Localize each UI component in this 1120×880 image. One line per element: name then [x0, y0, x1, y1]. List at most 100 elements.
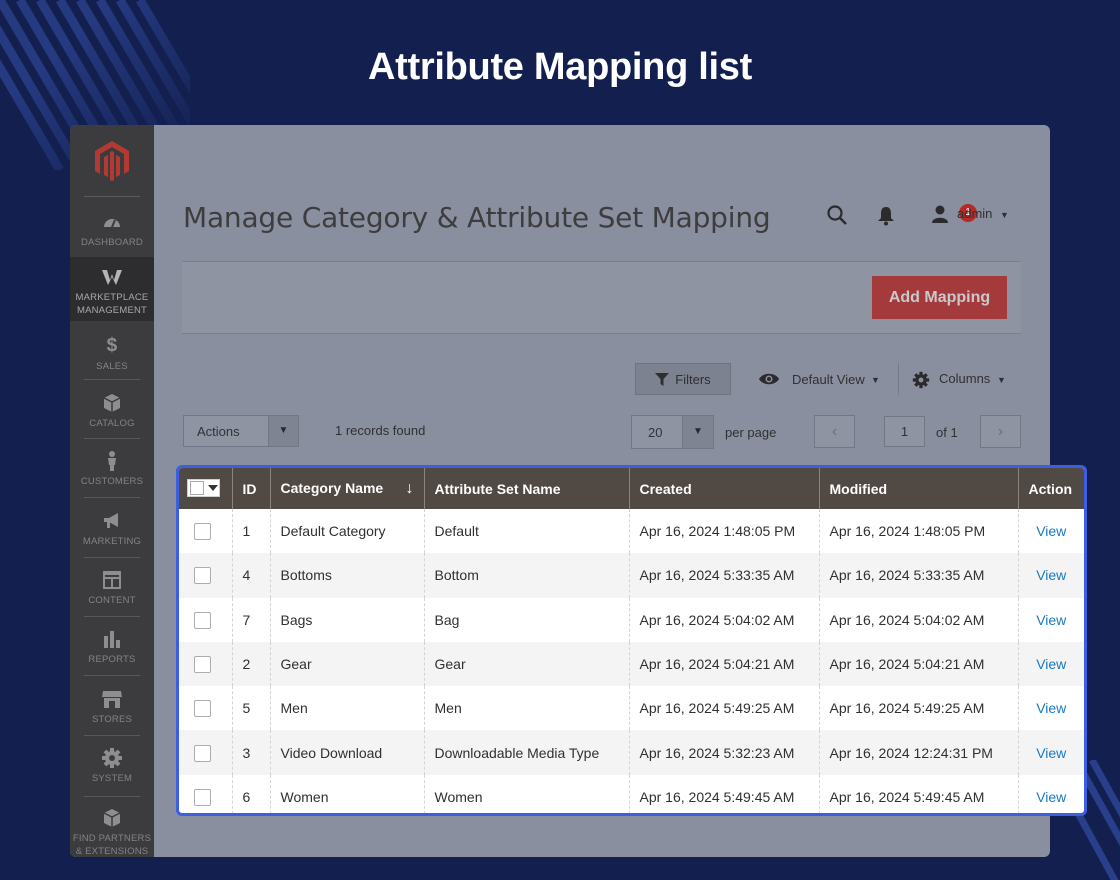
- admin-user-menu[interactable]: admin: [957, 206, 992, 221]
- cell-category: Men: [270, 686, 425, 731]
- view-link[interactable]: View: [1036, 745, 1066, 761]
- cell-action: View: [1018, 553, 1084, 598]
- page-heading: Attribute Mapping list: [368, 46, 752, 88]
- cell-id: 5: [232, 686, 271, 731]
- cell-modified: Apr 16, 2024 5:04:21 AM: [819, 641, 1019, 687]
- sidebar-divider: [84, 675, 140, 676]
- table-row: 4 Bottoms Bottom Apr 16, 2024 5:33:35 AM…: [179, 553, 1084, 598]
- row-select-cell: [179, 641, 233, 687]
- add-mapping-button[interactable]: Add Mapping: [872, 276, 1007, 319]
- sidebar-item-reports[interactable]: REPORTS: [70, 628, 154, 665]
- sidebar-item-content[interactable]: CONTENT: [70, 569, 154, 606]
- magento-logo-icon: [95, 141, 129, 181]
- sidebar-item-sales[interactable]: $ SALES: [70, 335, 154, 372]
- column-header-modified[interactable]: Modified: [819, 468, 1019, 509]
- row-checkbox[interactable]: [194, 700, 211, 718]
- actions-dropdown[interactable]: Actions ▼: [183, 415, 299, 447]
- chevron-right-icon: ›: [997, 423, 1004, 440]
- previous-page-button[interactable]: ‹: [814, 415, 855, 448]
- filters-button[interactable]: Filters: [635, 363, 731, 395]
- table-row: 6 Women Women Apr 16, 2024 5:49:45 AM Ap…: [179, 774, 1084, 813]
- cell-action: View: [1018, 641, 1084, 687]
- row-select-cell: [179, 774, 233, 813]
- column-header-attribute-set[interactable]: Attribute Set Name: [424, 468, 630, 509]
- table-row: 2 Gear Gear Apr 16, 2024 5:04:21 AM Apr …: [179, 641, 1084, 687]
- column-header-created[interactable]: Created: [629, 468, 820, 509]
- view-link[interactable]: View: [1036, 656, 1066, 672]
- sidebar-item-marketing[interactable]: MARKETING: [70, 510, 154, 547]
- cell-attribute-set: Gear: [424, 641, 630, 687]
- cell-modified: Apr 16, 2024 5:04:02 AM: [819, 597, 1019, 642]
- cell-category: Bottoms: [270, 553, 425, 598]
- sidebar-item-stores[interactable]: STORES: [70, 688, 154, 725]
- megaphone-icon: [104, 513, 118, 528]
- sidebar-divider: [84, 557, 140, 558]
- sort-arrow-icon: ↓: [405, 479, 414, 497]
- cell-modified: Apr 16, 2024 5:33:35 AM: [819, 553, 1019, 598]
- column-header-label: Category Name: [280, 479, 384, 496]
- filters-label: Filters: [675, 371, 711, 387]
- cell-attribute-set: Default: [424, 509, 630, 554]
- sidebar-item-dashboard[interactable]: DASHBOARD: [70, 211, 154, 248]
- sidebar-item-label: FIND PARTNERS & EXTENSIONS: [72, 833, 152, 857]
- row-checkbox[interactable]: [194, 567, 211, 585]
- cube-icon: [103, 809, 121, 827]
- cell-created: Apr 16, 2024 5:04:21 AM: [629, 641, 820, 687]
- view-link[interactable]: View: [1036, 523, 1066, 539]
- sidebar-item-customers[interactable]: CUSTOMERS: [70, 450, 154, 487]
- actions-label: Actions: [197, 424, 240, 439]
- row-checkbox[interactable]: [194, 523, 211, 541]
- row-checkbox[interactable]: [194, 744, 211, 762]
- sidebar-item-partners[interactable]: FIND PARTNERS & EXTENSIONS: [70, 807, 154, 857]
- person-icon: [108, 451, 116, 471]
- chevron-down-icon: [208, 485, 218, 491]
- records-count: 1 records found: [335, 423, 426, 438]
- default-view-dropdown[interactable]: Default View: [792, 372, 865, 387]
- cell-created: Apr 16, 2024 5:04:02 AM: [629, 597, 820, 642]
- cell-category: Bags: [270, 597, 425, 642]
- column-header-category[interactable]: Category Name ↓: [270, 468, 425, 509]
- sidebar-item-label: STORES: [91, 714, 133, 725]
- cell-id: 2: [232, 641, 271, 687]
- divider: [182, 333, 1021, 334]
- row-checkbox[interactable]: [194, 655, 211, 673]
- cell-created: Apr 16, 2024 5:49:45 AM: [629, 774, 820, 813]
- cell-action: View: [1018, 509, 1084, 553]
- sidebar-item-marketplace[interactable]: MARKETPLACE MANAGEMENT: [70, 257, 154, 321]
- sidebar-divider: [84, 438, 140, 439]
- cell-modified: Apr 16, 2024 1:48:05 PM: [819, 509, 1019, 554]
- store-icon: [102, 691, 122, 708]
- column-header-id[interactable]: ID: [232, 468, 271, 509]
- user-icon[interactable]: [930, 204, 950, 224]
- chevron-down-icon: ▼: [1000, 210, 1009, 220]
- sidebar-item-label: SALES: [96, 361, 128, 372]
- view-link[interactable]: View: [1036, 612, 1066, 628]
- bell-icon[interactable]: [877, 206, 895, 226]
- columns-dropdown[interactable]: Columns: [939, 371, 990, 386]
- row-checkbox[interactable]: [194, 788, 211, 806]
- mass-select-checkbox[interactable]: [187, 479, 220, 497]
- cell-created: Apr 16, 2024 5:49:25 AM: [629, 686, 820, 731]
- cell-action: View: [1018, 730, 1084, 775]
- sidebar-divider: [84, 735, 140, 736]
- total-pages: of 1: [936, 425, 958, 440]
- next-page-button[interactable]: ›: [980, 415, 1021, 448]
- divider: [898, 363, 899, 395]
- cell-action: View: [1018, 598, 1084, 642]
- sidebar-item-system[interactable]: SYSTEM: [70, 747, 154, 784]
- search-icon[interactable]: [826, 204, 848, 226]
- page-number-input[interactable]: 1: [884, 416, 925, 447]
- table-row: 1 Default Category Default Apr 16, 2024 …: [179, 509, 1084, 554]
- cell-modified: Apr 16, 2024 5:49:45 AM: [819, 774, 1019, 813]
- per-page-select[interactable]: 20 ▼: [631, 415, 714, 449]
- cell-id: 4: [232, 553, 271, 598]
- sidebar-divider: [84, 616, 140, 617]
- sidebar-divider: [84, 497, 140, 498]
- view-link[interactable]: View: [1036, 789, 1066, 805]
- row-checkbox[interactable]: [194, 611, 211, 629]
- mapping-table: ID Category Name ↓ Attribute Set Name Cr…: [176, 465, 1087, 816]
- view-link[interactable]: View: [1036, 567, 1066, 583]
- page-number-value: 1: [900, 424, 909, 439]
- sidebar-item-catalog[interactable]: CATALOG: [70, 392, 154, 429]
- view-link[interactable]: View: [1036, 700, 1066, 716]
